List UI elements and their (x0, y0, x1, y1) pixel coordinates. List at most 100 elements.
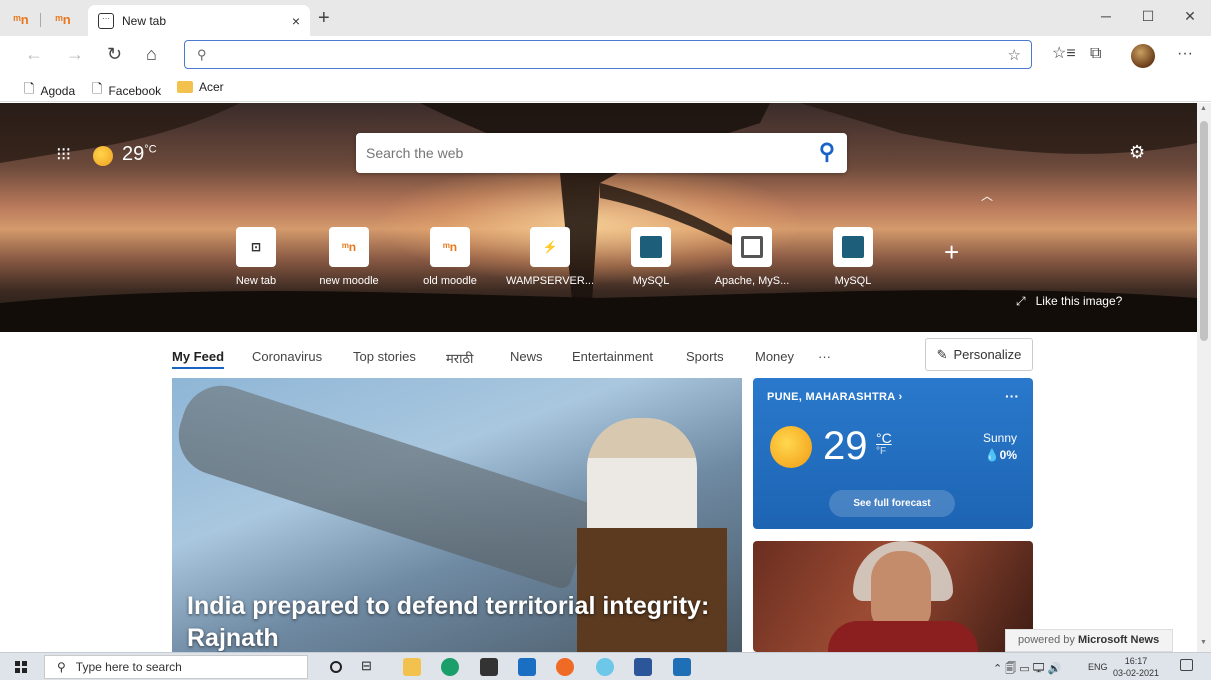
powered-by-brand: Microsoft News (1077, 634, 1160, 646)
gear-icon[interactable]: ⚙ (1129, 142, 1145, 163)
address-input[interactable] (215, 45, 995, 65)
page-scrollbar[interactable]: ▲ ▼ (1197, 103, 1211, 652)
hero-temperature-unit: °C (144, 143, 157, 156)
tab-new-tab[interactable]: ··· New tab × (88, 5, 310, 36)
home-button[interactable]: ⌂ (146, 45, 157, 63)
quick-link[interactable]: Apache, MyS... (707, 227, 797, 287)
personalize-button[interactable]: ✎ Personalize (925, 338, 1033, 371)
profile-avatar[interactable] (1131, 44, 1155, 68)
quick-link[interactable]: ⚡ WAMPSERVER... (505, 227, 595, 287)
scroll-up-arrow[interactable]: ▲ (1200, 105, 1207, 112)
quick-link-label: New tab (235, 275, 277, 287)
bookmark-agoda[interactable]: 🗋 Agoda (24, 80, 75, 102)
news-card[interactable] (753, 541, 1033, 652)
folder-icon (177, 81, 193, 93)
pinned-tab-moodle[interactable]: ᵐn (10, 8, 32, 30)
powered-by-badge[interactable]: powered by Microsoft News (1005, 629, 1173, 652)
input-language[interactable]: ENG (1088, 662, 1108, 672)
windows-start-icon[interactable] (15, 661, 27, 673)
system-clock[interactable]: 16:17 03-02-2021 (1113, 655, 1159, 679)
feed-tab-sports[interactable]: Sports (686, 349, 724, 364)
quick-link[interactable]: ⊡ New tab (211, 227, 301, 287)
quick-link[interactable]: MySQL (808, 227, 898, 287)
tab-label: New tab (122, 13, 167, 28)
refresh-button[interactable]: ↻ (107, 45, 122, 63)
scroll-down-arrow[interactable]: ▼ (1200, 639, 1207, 646)
internet-explorer-icon[interactable] (596, 658, 614, 676)
hero-temperature[interactable]: 29°C (122, 143, 157, 166)
firefox-icon[interactable] (556, 658, 574, 676)
file-explorer-icon[interactable] (403, 658, 421, 676)
story-headline[interactable]: India prepared to defend territorial int… (187, 590, 727, 652)
moodle-icon: ᵐn (55, 11, 71, 27)
web-search-box[interactable]: ⚲ (356, 133, 847, 173)
feed-tab-marathi[interactable]: मराठी (446, 349, 473, 367)
feed-tab-coronavirus[interactable]: Coronavirus (252, 349, 322, 364)
feed-tab-news[interactable]: News (510, 349, 543, 364)
temperature-unit-toggle[interactable]: °C °F (876, 431, 892, 459)
hero-temperature-value: 29 (122, 143, 145, 165)
maximize-button[interactable]: ☐ (1138, 8, 1158, 25)
unit-fahrenheit[interactable]: °F (876, 445, 892, 459)
quick-link[interactable]: MySQL (606, 227, 696, 287)
favorites-icon[interactable]: ☆≡ (1052, 45, 1076, 63)
web-search-input[interactable] (366, 143, 786, 163)
page-icon: 🗋 (92, 81, 103, 96)
add-quick-link-button[interactable]: + (944, 239, 959, 265)
taskbar-search-box[interactable]: ⚲ Type here to search (44, 655, 308, 679)
unit-celsius[interactable]: °C (876, 431, 892, 445)
close-tab-icon[interactable]: × (292, 13, 300, 29)
feed-tab-entertainment[interactable]: Entertainment (572, 349, 653, 364)
collections-icon[interactable]: ⧉ (1090, 45, 1101, 63)
task-view-icon[interactable]: ⊟ (361, 658, 379, 676)
back-button[interactable]: ← (25, 45, 43, 63)
mysql-icon (631, 227, 671, 267)
weather-more-button[interactable]: ··· (1005, 388, 1019, 404)
notification-center-icon[interactable] (1180, 659, 1193, 671)
search-icon: ⚲ (197, 47, 207, 62)
quick-link[interactable]: ᵐn new moodle (304, 227, 394, 287)
feed-tab-top-stories[interactable]: Top stories (353, 349, 416, 364)
quick-link-label: MySQL (834, 275, 872, 287)
quick-link-label: Apache, MyS... (714, 275, 790, 287)
system-tray-icons[interactable]: ⌃ 🗐 ▭ 🖵 🔊 (993, 660, 1061, 679)
scrollbar-thumb[interactable] (1200, 121, 1208, 341)
new-tab-button[interactable]: + (318, 8, 330, 28)
feed-more-button[interactable]: ··· (818, 349, 831, 364)
news-image-face (871, 551, 931, 631)
address-bar[interactable]: ⚲ ☆ (184, 40, 1032, 69)
more-menu-button[interactable]: ··· (1177, 45, 1193, 63)
windows-taskbar: ⚲ Type here to search ⊟ ⌃ 🗐 ▭ 🖵 🔊 ENG 16:… (0, 652, 1211, 680)
navigation-bar: ← → ↻ ⌂ ⚲ ☆ ☆≡ ⧉ ··· (0, 36, 1211, 74)
bookmark-facebook[interactable]: 🗋 Facebook (92, 80, 161, 102)
precipitation-value: 0% (999, 448, 1017, 462)
clock-date: 03-02-2021 (1113, 668, 1160, 678)
chevron-up-icon[interactable]: ︿ (981, 187, 993, 204)
pencil-icon: ✎ (936, 346, 948, 362)
bookmark-folder-acer[interactable]: Acer (177, 80, 224, 94)
feed-tab-money[interactable]: Money (755, 349, 794, 364)
clock-time: 16:17 (1124, 656, 1148, 666)
forward-button[interactable]: → (66, 45, 84, 63)
add-favorite-icon[interactable]: ☆ (1008, 46, 1021, 64)
quick-link[interactable]: ᵐn old moodle (405, 227, 495, 287)
mail-icon[interactable] (518, 658, 536, 676)
see-full-forecast-button[interactable]: See full forecast (829, 490, 955, 517)
minimize-button[interactable]: ─ (1096, 8, 1116, 24)
photos-icon[interactable] (673, 658, 691, 676)
word-icon[interactable] (634, 658, 652, 676)
feed-tab-my-feed[interactable]: My Feed (172, 349, 225, 369)
weather-location[interactable]: PUNE, MAHARASHTRA › (767, 391, 902, 403)
close-window-button[interactable]: ✕ (1180, 8, 1200, 25)
search-icon[interactable]: ⚲ (819, 139, 835, 165)
like-image-link[interactable]: ⤢ Like this image? (1016, 294, 1122, 309)
edge-icon[interactable] (441, 658, 459, 676)
bookmarks-bar: 🗋 Agoda 🗋 Facebook Acer (0, 74, 1211, 102)
main-story-card[interactable]: India prepared to defend territorial int… (172, 378, 742, 652)
cortana-icon[interactable] (330, 661, 342, 673)
store-icon[interactable] (480, 658, 498, 676)
weather-card[interactable]: PUNE, MAHARASHTRA › ··· 29 °C °F Sunny 💧… (753, 378, 1033, 529)
apps-grid-icon[interactable]: ⁝⁝⁝ (56, 144, 71, 165)
pinned-tab-moodle-2[interactable]: ᵐn (52, 8, 74, 30)
moodle-icon: ᵐn (13, 11, 29, 27)
